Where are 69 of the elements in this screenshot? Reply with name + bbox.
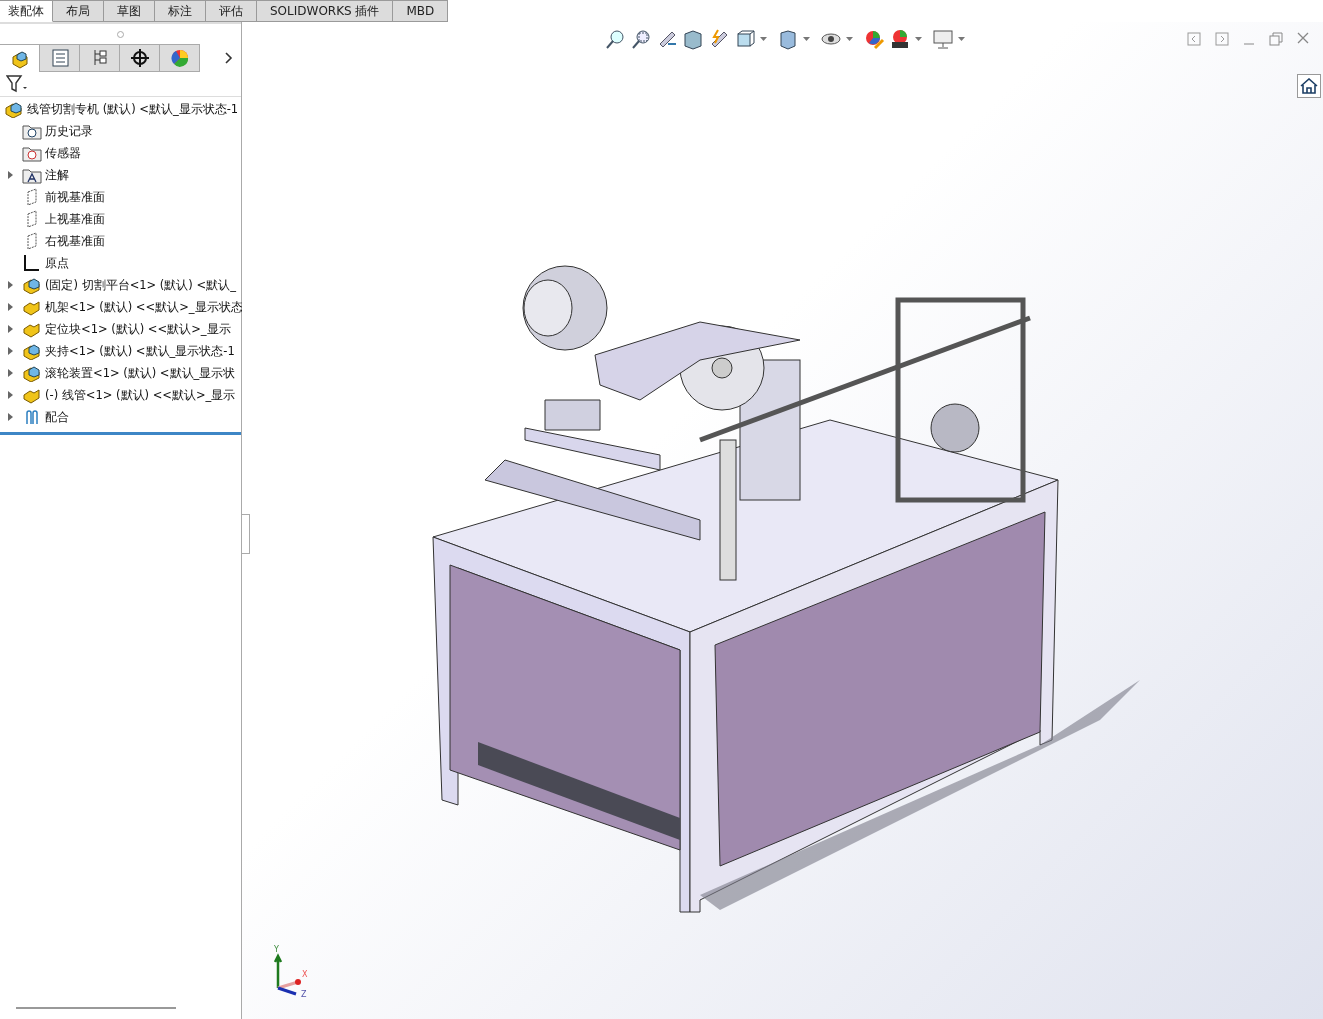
- expand-arrow-icon[interactable]: [8, 171, 14, 179]
- zoom-area-icon[interactable]: [630, 28, 652, 50]
- part-icon: [22, 298, 42, 316]
- part-icon: [22, 320, 42, 338]
- tree-item[interactable]: 注解: [45, 167, 69, 183]
- ribbon-tab[interactable]: MBD: [393, 0, 449, 22]
- expand-arrow-icon[interactable]: [8, 369, 14, 377]
- crosshair-icon: [129, 48, 150, 68]
- list-icon: [49, 48, 70, 68]
- dropdown-caret-icon[interactable]: [760, 36, 767, 42]
- ribbon-tab[interactable]: 评估: [206, 0, 257, 22]
- ribbon-tab[interactable]: 草图: [104, 0, 155, 22]
- dropdown-caret-icon[interactable]: [846, 36, 853, 42]
- tree-item[interactable]: 传感器: [45, 145, 81, 161]
- axis-label: X: [302, 970, 308, 979]
- tree-item[interactable]: (固定) 切割平台<1> (默认) <默认_: [45, 277, 236, 293]
- close-icon[interactable]: [1297, 32, 1309, 44]
- edit-appearance-icon[interactable]: [863, 28, 885, 50]
- history-folder-icon: [22, 122, 42, 140]
- zoom-to-fit-icon[interactable]: [604, 28, 626, 50]
- tree-item[interactable]: (-) 线管<1> (默认) <<默认>_显示: [45, 387, 236, 403]
- tree-item[interactable]: 原点: [45, 255, 69, 271]
- part-icon: [22, 386, 42, 404]
- tree-item[interactable]: 夹持<1> (默认) <默认_显示状态-1: [45, 343, 235, 359]
- color-wheel-icon: [169, 48, 190, 68]
- assembly-icon: [22, 276, 42, 294]
- expand-arrow-icon[interactable]: [8, 303, 14, 311]
- annotation-folder-icon: [22, 166, 42, 184]
- assembly-icon: [22, 342, 42, 360]
- expand-arrow-icon[interactable]: [8, 347, 14, 355]
- sensor-folder-icon: [22, 144, 42, 162]
- filter-icon[interactable]: [6, 75, 28, 93]
- assembly-icon: [22, 364, 42, 382]
- expand-arrow-icon[interactable]: [8, 325, 14, 333]
- monitor-icon[interactable]: [932, 28, 954, 50]
- tile-right-icon[interactable]: [1215, 32, 1229, 46]
- expand-arrow-icon[interactable]: [8, 413, 14, 421]
- ribbon-tab[interactable]: SOLIDWORKS 插件: [257, 0, 394, 22]
- expand-arrow-icon[interactable]: [8, 281, 14, 289]
- tree-item[interactable]: 线管切割专机 (默认) <默认_显示状态-1: [27, 101, 239, 117]
- tree-item[interactable]: 右视基准面: [45, 233, 105, 249]
- scroll-bar[interactable]: [16, 1007, 176, 1009]
- dropdown-caret-icon[interactable]: [915, 36, 922, 42]
- origin-icon: [22, 254, 42, 272]
- tree-item[interactable]: 配合: [45, 409, 69, 425]
- home-view-button[interactable]: [1297, 74, 1321, 98]
- ribbon-tab[interactable]: 装配体: [0, 0, 53, 22]
- panel-collapse-handle[interactable]: [242, 514, 250, 554]
- axis-triad-drawing: [274, 953, 301, 996]
- tile-left-icon[interactable]: [1187, 32, 1201, 46]
- panel-tab[interactable]: [120, 44, 160, 72]
- ribbon-tab[interactable]: 标注: [155, 0, 206, 22]
- apply-scene-icon[interactable]: [889, 28, 911, 50]
- dropdown-caret-icon[interactable]: [803, 36, 810, 42]
- axis-label: Z: [301, 990, 307, 999]
- view-orientation-icon[interactable]: [734, 28, 756, 50]
- tree-item[interactable]: 滚轮装置<1> (默认) <默认_显示状: [45, 365, 236, 381]
- tree-item[interactable]: 历史记录: [45, 123, 93, 139]
- tree-item[interactable]: 定位块<1> (默认) <<默认>_显示: [45, 321, 231, 337]
- assembly-icon: [4, 100, 24, 118]
- display-style-icon[interactable]: [777, 28, 799, 50]
- tree-item[interactable]: 上视基准面: [45, 211, 105, 227]
- tree-item[interactable]: 机架<1> (默认) <<默认>_显示状态: [45, 299, 243, 315]
- ribbon-tab[interactable]: 布局: [53, 0, 104, 22]
- tree-item[interactable]: 前视基准面: [45, 189, 105, 205]
- chevron-right-icon[interactable]: [225, 52, 233, 64]
- dropdown-caret-icon[interactable]: [958, 36, 965, 42]
- axis-label: Y: [274, 945, 279, 954]
- expand-arrow-icon[interactable]: [8, 391, 14, 399]
